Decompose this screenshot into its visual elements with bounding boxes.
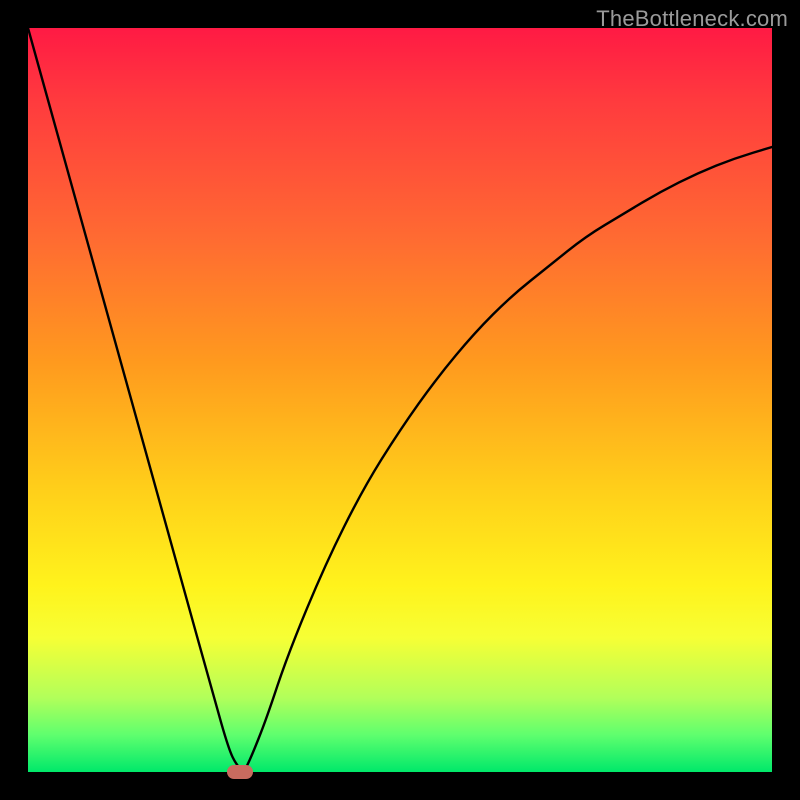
plot-area [28, 28, 772, 772]
chart-frame: TheBottleneck.com [0, 0, 800, 800]
bottleneck-curve [28, 28, 772, 772]
watermark-text: TheBottleneck.com [596, 6, 788, 32]
minimum-marker [227, 765, 253, 779]
